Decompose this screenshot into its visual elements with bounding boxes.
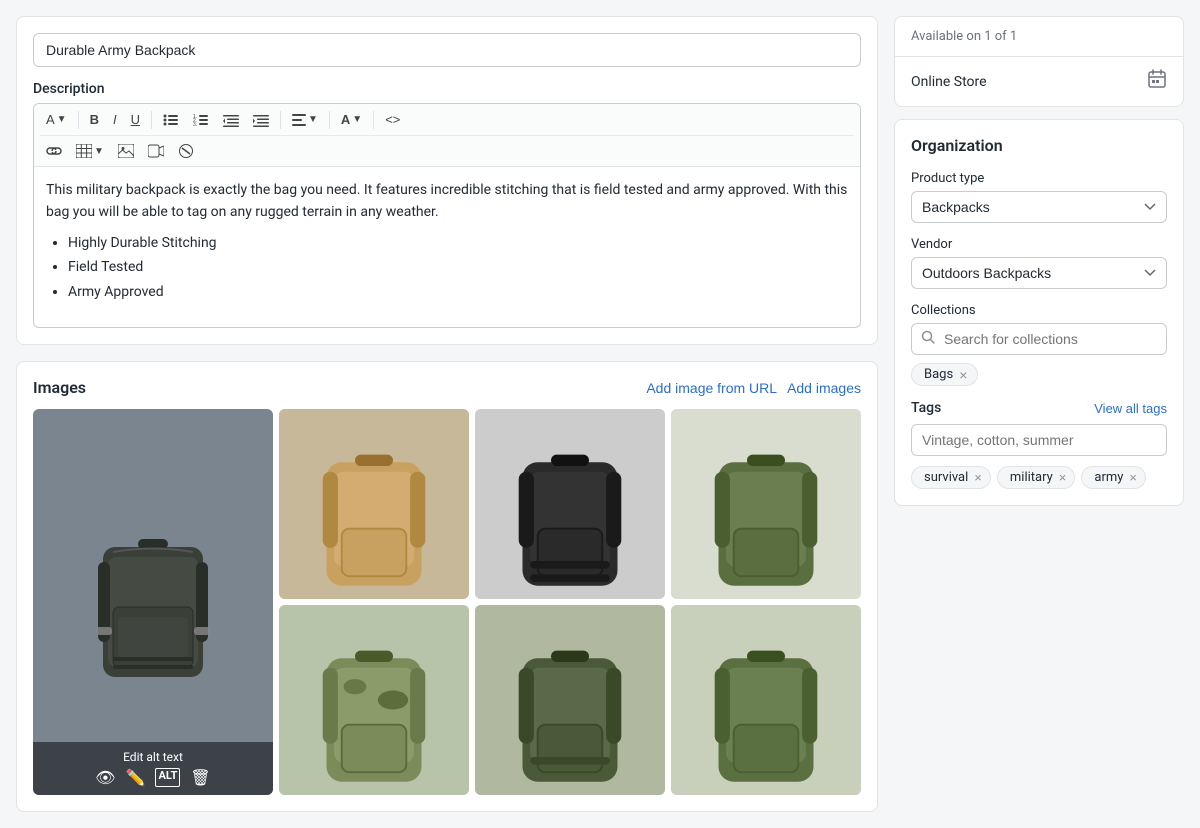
add-images-btn[interactable]: Add images: [787, 380, 861, 396]
add-image-url-btn[interactable]: Add image from URL: [646, 380, 777, 396]
tag-army: army ×: [1081, 466, 1146, 489]
indent-increase-btn[interactable]: [247, 109, 275, 131]
toolbar-divider-2: [151, 111, 152, 129]
product-type-field: Product type Backpacks: [911, 171, 1167, 223]
italic-btn[interactable]: I: [107, 108, 123, 131]
image-overlay: Edit alt text 👁 ✏️ ALT 🗑: [33, 742, 273, 795]
bullet-list-btn[interactable]: [157, 109, 185, 131]
organization-card: Organization Product type Backpacks Vend…: [894, 119, 1184, 506]
product-title-input[interactable]: [33, 33, 861, 67]
store-name: Online Store: [911, 74, 987, 90]
description-label: Description: [33, 81, 861, 97]
search-icon: [921, 330, 935, 348]
toolbar-divider: [78, 111, 79, 129]
images-section: Images Add image from URL Add images: [16, 361, 878, 812]
tags-list: survival × military × army ×: [911, 466, 1167, 489]
toolbar-divider-5: [373, 111, 374, 129]
collections-search-input[interactable]: [911, 323, 1167, 355]
remove-tag-military[interactable]: ×: [1059, 470, 1067, 485]
collection-tag-bags: Bags ×: [911, 363, 1167, 386]
tags-label: Tags: [911, 400, 941, 416]
svg-text:3.: 3.: [193, 122, 197, 127]
bold-btn[interactable]: B: [84, 108, 105, 131]
image-btn[interactable]: [112, 140, 140, 162]
image-action-icons[interactable]: 👁 ✏️ ALT 🗑: [95, 768, 210, 787]
image-thumb-dark-olive[interactable]: [475, 605, 665, 795]
calendar-icon[interactable]: [1147, 69, 1167, 94]
image-thumb-tan[interactable]: [279, 409, 469, 599]
tag-label: military: [1010, 470, 1053, 485]
collections-field: Collections Bags ×: [911, 303, 1167, 386]
images-grid: Edit alt text 👁 ✏️ ALT 🗑: [33, 409, 861, 795]
tag-label: army: [1094, 470, 1123, 485]
edit-alt-text-label: Edit alt text: [123, 750, 183, 764]
tag-military: military ×: [997, 466, 1075, 489]
toolbar-divider-4: [329, 111, 330, 129]
vendor-select[interactable]: Outdoors Backpacks: [911, 257, 1167, 289]
description-content[interactable]: This military backpack is exactly the ba…: [34, 167, 860, 327]
organization-title: Organization: [911, 136, 1167, 155]
underline-btn[interactable]: U: [125, 108, 146, 131]
remove-tag-army[interactable]: ×: [1129, 470, 1137, 485]
indent-decrease-btn[interactable]: [217, 109, 245, 131]
tag-label: survival: [924, 470, 968, 485]
view-all-tags-btn[interactable]: View all tags: [1094, 401, 1167, 416]
images-title: Images: [33, 378, 86, 397]
video-btn[interactable]: [142, 140, 170, 162]
availability-card: Available on 1 of 1 Online Store: [894, 16, 1184, 107]
collections-search-wrap: [911, 323, 1167, 355]
ordered-list-btn[interactable]: 1.2.3.: [187, 109, 215, 131]
tags-section: Tags View all tags survival × military ×…: [911, 400, 1167, 489]
toolbar-divider-3: [280, 111, 281, 129]
vendor-field: Vendor Outdoors Backpacks: [911, 237, 1167, 289]
clear-format-btn[interactable]: [172, 140, 200, 162]
html-btn[interactable]: <>: [379, 108, 406, 131]
image-thumb-camo[interactable]: [279, 605, 469, 795]
product-type-select[interactable]: Backpacks: [911, 191, 1167, 223]
remove-collection-btn[interactable]: ×: [959, 368, 967, 382]
remove-tag-survival[interactable]: ×: [974, 470, 982, 485]
link-btn[interactable]: [40, 141, 68, 161]
align-btn[interactable]: ▼: [286, 110, 324, 130]
view-icon[interactable]: 👁: [95, 768, 115, 787]
product-type-label: Product type: [911, 171, 1167, 186]
delete-icon[interactable]: 🗑: [190, 768, 210, 787]
vendor-label: Vendor: [911, 237, 1167, 252]
image-thumb-black[interactable]: [475, 409, 665, 599]
online-store-row: Online Store: [895, 57, 1183, 106]
font-size-btn[interactable]: A ▼: [40, 108, 73, 131]
collections-label: Collections: [911, 303, 1167, 318]
main-image-thumb[interactable]: Edit alt text 👁 ✏️ ALT 🗑: [33, 409, 273, 795]
font-color-btn[interactable]: A ▼: [335, 108, 368, 131]
tags-input[interactable]: [911, 424, 1167, 456]
collection-tag-label: Bags: [924, 367, 953, 382]
availability-header: Available on 1 of 1: [895, 17, 1183, 57]
table-btn[interactable]: ▼: [70, 140, 110, 162]
alt-text-icon[interactable]: ALT: [155, 768, 180, 787]
edit-icon[interactable]: ✏️: [126, 768, 146, 787]
image-thumb-small-green[interactable]: [671, 605, 861, 795]
tag-survival: survival ×: [911, 466, 991, 489]
rich-text-editor: A ▼ B I U 1.2.3.: [33, 103, 861, 328]
image-thumb-olive[interactable]: [671, 409, 861, 599]
